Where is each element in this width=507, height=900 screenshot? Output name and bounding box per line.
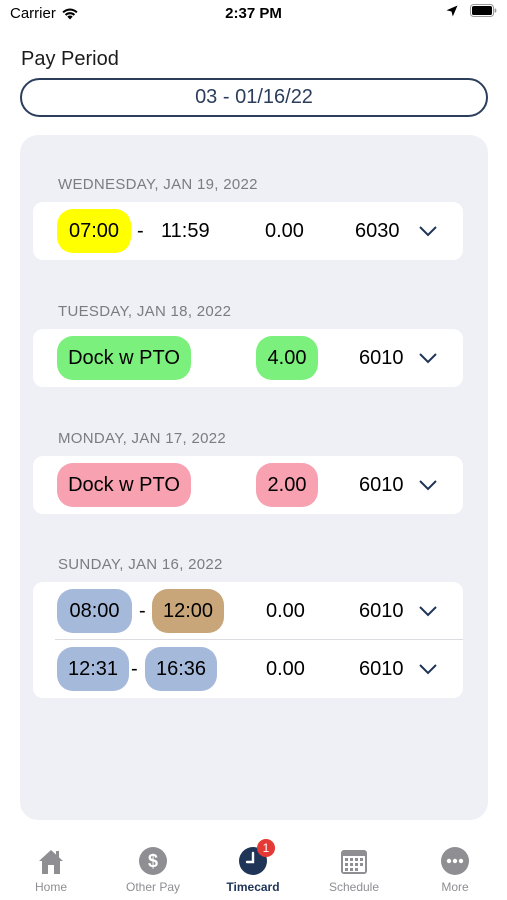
day-header: SUNDAY, JAN 16, 2022 (58, 556, 223, 573)
end-time-pill[interactable]: 12:00 (152, 589, 224, 633)
battery-icon (470, 4, 497, 17)
cost-code: 6010 (359, 600, 404, 622)
pay-period-label: Pay Period (21, 48, 119, 70)
hours-pill[interactable]: 4.00 (256, 336, 318, 380)
day-card: 07:00 - 11:59 0.00 6030 (33, 202, 463, 260)
tab-label: More (441, 880, 469, 894)
home-icon (39, 850, 63, 874)
tab-label: Schedule (328, 880, 380, 894)
tab-label: Home (34, 880, 67, 894)
cost-code: 6010 (359, 474, 404, 496)
pay-period-selector[interactable]: 03 - 01/16/22 (20, 78, 488, 117)
chevron-down-icon[interactable] (418, 476, 438, 494)
tab-more[interactable]: More (410, 845, 500, 894)
chevron-down-icon[interactable] (418, 602, 438, 620)
calendar-icon (341, 850, 367, 874)
day-card: Dock w PTO 2.00 6010 (33, 456, 463, 514)
start-time-pill[interactable]: 07:00 (57, 209, 131, 253)
pay-type-pill[interactable]: Dock w PTO (57, 463, 191, 507)
tab-home[interactable]: Home (6, 845, 96, 894)
hours-value: 0.00 (266, 600, 305, 622)
cost-code: 6030 (355, 220, 400, 242)
cost-code: 6010 (359, 347, 404, 369)
location-arrow-icon (446, 5, 458, 16)
more-icon (441, 847, 469, 875)
tab-schedule[interactable]: Schedule (309, 845, 399, 894)
time-separator: - (131, 658, 138, 680)
end-time-pill[interactable]: 16:36 (145, 647, 217, 691)
hours-value: 0.00 (266, 658, 305, 680)
day-header: MONDAY, JAN 17, 2022 (58, 430, 227, 447)
status-time: 2:37 PM (225, 5, 282, 22)
chevron-down-icon[interactable] (418, 222, 438, 240)
time-separator: - (137, 220, 144, 242)
hours-pill[interactable]: 2.00 (256, 463, 318, 507)
time-entry-row[interactable]: 07:00 - 11:59 0.00 6030 (33, 202, 463, 260)
status-bar: Carrier 2:37 PM (0, 0, 507, 30)
dollar-icon: $ (139, 847, 167, 875)
notification-badge: 1 (257, 839, 275, 857)
tab-label: Other Pay (125, 880, 181, 894)
day-header: TUESDAY, JAN 18, 2022 (58, 303, 232, 320)
day-header: WEDNESDAY, JAN 19, 2022 (58, 176, 258, 193)
time-entry-row[interactable]: Dock w PTO 2.00 6010 (33, 456, 463, 514)
start-time-pill[interactable]: 12:31 (57, 647, 129, 691)
day-card: 08:00 - 12:00 0.00 6010 12:31 - 16:36 0.… (33, 582, 463, 698)
chevron-down-icon[interactable] (418, 660, 438, 678)
tab-label: Timecard (226, 880, 280, 894)
chevron-down-icon[interactable] (418, 349, 438, 367)
svg-text:$: $ (148, 851, 158, 871)
cost-code: 6010 (359, 658, 404, 680)
time-entry-row[interactable]: 08:00 - 12:00 0.00 6010 (33, 582, 463, 640)
start-time-pill[interactable]: 08:00 (57, 589, 132, 633)
tab-bar: Home $ Other Pay 1 Timecard Schedule Mor… (0, 835, 507, 900)
day-card: Dock w PTO 4.00 6010 (33, 329, 463, 387)
time-entry-row[interactable]: 12:31 - 16:36 0.00 6010 (33, 640, 463, 698)
time-entry-row[interactable]: Dock w PTO 4.00 6010 (33, 329, 463, 387)
timecard-icon-wrap: 1 (237, 839, 275, 877)
tab-timecard[interactable]: 1 Timecard (208, 839, 298, 894)
time-separator: - (139, 600, 146, 622)
timecard-panel: WEDNESDAY, JAN 19, 2022 07:00 - 11:59 0.… (20, 135, 488, 820)
tab-other-pay[interactable]: $ Other Pay (108, 845, 198, 894)
pay-type-pill[interactable]: Dock w PTO (57, 336, 191, 380)
end-time: 11:59 (161, 220, 210, 242)
hours-value: 0.00 (265, 220, 304, 242)
